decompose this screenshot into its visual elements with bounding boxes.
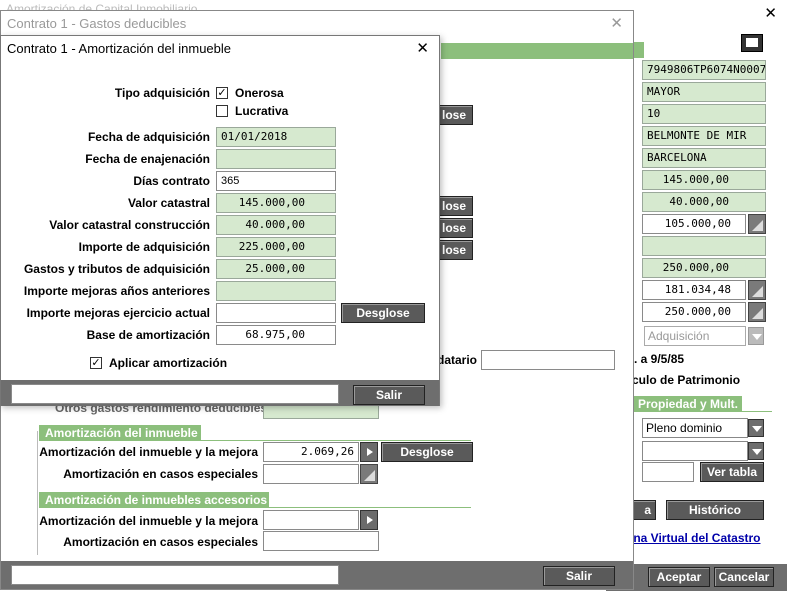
pleno-dominio-select[interactable]: Pleno dominio [642,418,748,438]
close-icon[interactable]: ✕ [764,4,777,22]
amort-especiales-button[interactable] [360,464,378,484]
section-frame [37,431,38,555]
amort-salir-button[interactable]: Salir [353,385,425,405]
valor-catastral-field[interactable]: 145.000,00 [642,170,766,190]
acc-inmueble-field[interactable] [263,510,359,530]
provincia-field[interactable]: BARCELONA [642,148,766,168]
gastos-tributos-label: Gastos y tributos de adquisición [23,262,210,276]
valor-construccion-label: Valor catastral construcción [49,218,210,232]
importe-total-field[interactable]: 250.000,00 [642,302,746,322]
section-accesorios: Amortización de inmuebles accesorios [39,492,269,508]
importe-calc-field[interactable]: 181.034,48 [642,280,746,300]
aplicar-amortizacion-label: Aplicar amortización [109,356,228,370]
amort-inmueble-value[interactable]: 2.069,26 [263,442,359,462]
lucrativa-checkbox[interactable] [216,105,228,117]
tipo-adquisicion-label: Tipo adquisición [114,86,210,100]
numero-field[interactable]: 10 [642,104,766,124]
fecha-adquisicion-label: Fecha de adquisición [87,130,210,144]
desglose-button[interactable]: Desglose [341,303,425,323]
importe-total-button[interactable] [748,302,766,322]
adquisicion-select[interactable]: Adquisición [644,326,746,346]
contract-title: Contrato 1 - Gastos deducibles [7,16,187,31]
patrimonio-text: álculo de Patrimonio [622,373,741,387]
importe-adquisicion-label: Importe de adquisición [78,240,210,254]
partial-label: datario [437,353,478,367]
small-input[interactable] [642,462,694,482]
mejoras-actual-field[interactable] [216,303,336,323]
mejoras-anteriores-field[interactable] [216,281,336,301]
onerosa-label: Onerosa [235,86,284,100]
mejoras-anteriores-label: Importe mejoras años anteriores [23,284,210,298]
valor-suelo-button[interactable] [748,214,766,234]
amort-inmueble-desglose-button[interactable]: Desglose [381,442,473,462]
empty-select-dropdown-arrow[interactable] [748,442,764,460]
lucrativa-label: Lucrativa [235,104,289,118]
cancelar-button[interactable]: Cancelar [714,567,774,587]
importe-field[interactable]: 250.000,00 [642,258,766,278]
gastos-tributos-field[interactable]: 25.000,00 [216,259,336,279]
valor-construccion-field[interactable]: 40.000,00 [642,192,766,212]
fecha-enajenacion-field[interactable] [216,149,336,169]
close-icon[interactable]: ✕ [610,14,623,32]
partial-input[interactable] [481,350,615,370]
historico-button[interactable]: Histórico [666,500,764,520]
catastral-ref-field[interactable]: 7949806TP6074N0007ZQ [642,60,766,80]
valor-catastral-field[interactable]: 145.000,00 [216,193,336,213]
via-field[interactable]: MAYOR [642,82,766,102]
desglose-partial-button-3[interactable]: lose [437,218,473,238]
dias-contrato-label: Días contrato [133,174,210,188]
amort-especiales-label: Amortización en casos especiales [63,467,258,481]
amort-especiales-field[interactable] [263,464,359,484]
contract-titlebar: Contrato 1 - Gastos deducibles ✕ [1,11,633,37]
valor-construccion-field[interactable]: 40.000,00 [216,215,336,235]
base-amortizacion-label: Base de amortización [86,328,210,342]
amort-inmueble-arrow-button[interactable] [360,442,378,462]
onerosa-checkbox[interactable]: ✓ [216,87,228,99]
amort-inmueble-label: Amortización del inmueble y la mejora [39,445,258,459]
importe-adquisicion-field[interactable]: 225.000,00 [216,237,336,257]
acc-especiales-field[interactable] [263,531,379,551]
close-icon[interactable]: ✕ [416,39,429,57]
section-inmueble: Amortización del inmueble [39,425,201,441]
adquisicion-dropdown-arrow[interactable] [748,327,764,345]
section-propiedad: Propiedad y Mult. [632,396,742,412]
catastro-link[interactable]: ina Virtual del Catastro [630,531,760,545]
amort-status-field [11,384,339,404]
date-text: t. a 9/5/85 [630,352,685,366]
base-amortizacion-field[interactable]: 68.975,00 [216,325,336,345]
fecha-enajenacion-label: Fecha de enajenación [85,152,210,166]
acc-inmueble-label: Amortización del inmueble y la mejora [39,514,258,528]
pleno-dominio-dropdown-arrow[interactable] [748,419,764,437]
section-accesorios-line [39,507,471,508]
municipio-field[interactable]: BELMONTE DE MIR [642,126,766,146]
fecha-adquisicion-field[interactable]: 01/01/2018 [216,127,336,147]
acc-inmueble-arrow-button[interactable] [360,510,378,530]
valor-catastral-label: Valor catastral [127,196,210,210]
amort-title: Contrato 1 - Amortización del inmueble [7,41,232,56]
amort-titlebar: Contrato 1 - Amortización del inmueble ✕ [1,36,439,62]
empty-green-field[interactable] [642,236,766,256]
valor-suelo-field[interactable]: 105.000,00 [642,214,746,234]
print-icon[interactable] [741,34,763,52]
aceptar-button[interactable]: Aceptar [648,567,710,587]
section-propiedad-line [632,411,772,412]
contract-status-field [11,565,339,585]
desglose-partial-button-1[interactable]: lose [437,105,473,125]
ver-tabla-button[interactable]: Ver tabla [700,462,764,482]
desglose-partial-button-4[interactable]: lose [437,240,473,260]
desglose-partial-button-2[interactable]: lose [437,196,473,216]
green-bar [441,43,633,59]
mejoras-actual-label: Importe mejoras ejercicio actual [26,306,210,320]
importe-calc-button[interactable] [748,280,766,300]
aplicar-amortizacion-checkbox[interactable]: ✓ [90,357,102,369]
contract-salir-button[interactable]: Salir [543,566,615,586]
dias-contrato-field[interactable]: 365 [216,171,336,191]
amort-dialog: Contrato 1 - Amortización del inmueble ✕… [0,35,440,406]
empty-select[interactable] [642,441,748,461]
section-inmueble-line [39,440,471,441]
acc-especiales-label: Amortización en casos especiales [63,535,258,549]
